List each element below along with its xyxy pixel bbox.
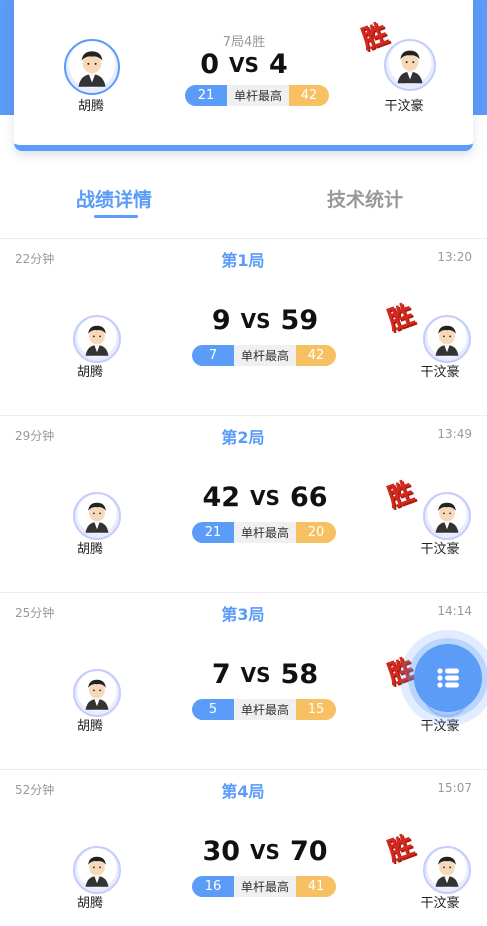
frame-time: 14:14 [437,604,472,618]
left-frame-score: 9 [211,305,231,336]
winner-stamp: 胜 [383,299,419,337]
max-break-bar: 21 单杆最高 42 [185,85,329,106]
max-break-label: 单杆最高 [234,345,296,366]
vs-label: VS [240,308,271,333]
frame-score: 42 VS 66 [180,482,350,513]
player-avatar-icon [85,325,109,356]
left-total-score: 0 [200,49,220,80]
frame-card[interactable]: 52分钟 第4局 15:07 胡腾 30 VS 70 16 单杆最高 41 胜干汶豪 [0,769,487,926]
left-player-name: 胡腾 [76,542,103,557]
right-player-avatar[interactable] [423,492,471,540]
right-frame-score: 58 [280,659,319,690]
frame-time: 15:07 [437,781,472,795]
vs-label: VS [250,485,280,510]
left-frame-score: 42 [202,482,241,513]
left-player-avatar[interactable] [73,846,121,894]
frame-title: 第1局 [221,251,265,270]
frame-card[interactable]: 22分钟 第1局 13:20 胡腾 9 VS 59 7 单杆最高 42 胜干汶豪 [0,238,487,415]
left-max-break: 7 [192,345,234,366]
max-break-label: 单杆最高 [234,522,296,543]
list-menu-icon [437,668,459,688]
player-avatar-icon [435,325,459,356]
left-player-name: 胡腾 [76,365,103,380]
right-player-avatar[interactable] [384,39,436,91]
max-break-bar: 21 单杆最高 20 [192,522,336,543]
frame-score: 30 VS 70 [180,836,350,867]
active-tab-indicator [94,215,138,218]
left-max-break: 16 [192,876,234,897]
player-avatar-icon [85,502,109,533]
max-break-label: 单杆最高 [234,699,296,720]
right-max-break: 20 [296,522,336,543]
left-max-break: 21 [192,522,234,543]
frame-time: 13:20 [437,250,472,264]
right-max-break: 42 [296,345,336,366]
right-frame-score: 70 [289,836,328,867]
tab-bar: 战绩详情 技术统计 [0,185,487,225]
frame-title: 第3局 [221,605,265,624]
right-player-name: 干汶豪 [420,542,460,557]
right-player-avatar[interactable] [423,846,471,894]
tab-match-details[interactable]: 战绩详情 [76,185,152,212]
vs-label: VS [250,839,280,864]
left-player-name: 胡腾 [76,719,103,734]
player-avatar-icon [397,50,423,84]
left-frame-score: 30 [202,836,241,867]
frame-duration: 52分钟 [15,783,55,797]
vs-label: VS [240,662,271,687]
frame-time: 13:49 [437,427,472,441]
winner-stamp: 胜 [357,18,393,56]
max-break-bar: 16 单杆最高 41 [192,876,336,897]
winner-stamp: 胜 [383,830,419,868]
left-max-break: 5 [192,699,234,720]
right-frame-score: 59 [280,305,319,336]
player-avatar-icon [435,502,459,533]
left-player-avatar[interactable] [64,39,120,95]
max-break-label: 单杆最高 [234,876,296,897]
max-break-bar: 7 单杆最高 42 [192,345,336,366]
player-avatar-icon [78,51,106,87]
left-max-break: 21 [185,85,227,106]
left-player-avatar[interactable] [73,669,121,717]
right-max-break: 15 [296,699,336,720]
player-avatar-icon [435,856,459,887]
match-summary-card: 胡腾 7局4胜 0 VS 4 21 单杆最高 42 胜 干汶豪 [14,0,473,151]
frame-score: 9 VS 59 [180,305,350,336]
right-player-name: 干汶豪 [384,99,424,114]
frame-duration: 29分钟 [15,429,55,443]
player-avatar-icon [85,679,109,710]
max-break-label: 单杆最高 [227,85,289,106]
match-score: 0 VS 4 [174,49,314,80]
max-break-bar: 5 单杆最高 15 [192,699,336,720]
menu-fab-button[interactable] [414,644,482,712]
left-frame-score: 7 [211,659,231,690]
left-player-avatar[interactable] [73,315,121,363]
right-player-name: 干汶豪 [420,896,460,911]
frame-card[interactable]: 29分钟 第2局 13:49 胡腾 42 VS 66 21 单杆最高 20 胜干汶豪 [0,415,487,592]
right-max-break: 42 [289,85,329,106]
winner-stamp: 胜 [383,476,419,514]
tab-technical-stats[interactable]: 技术统计 [327,185,403,212]
left-player-avatar[interactable] [73,492,121,540]
player-avatar-icon [85,856,109,887]
vs-label: VS [229,52,259,77]
right-max-break: 41 [296,876,336,897]
frame-title: 第2局 [221,428,265,447]
frame-score: 7 VS 58 [180,659,350,690]
match-format: 7局4胜 [222,35,266,50]
left-player-name: 胡腾 [77,99,104,114]
frame-title: 第4局 [221,782,265,801]
right-player-name: 干汶豪 [420,365,460,380]
right-total-score: 4 [268,49,288,80]
right-player-avatar[interactable] [423,315,471,363]
frame-duration: 22分钟 [15,252,55,266]
right-frame-score: 66 [289,482,328,513]
left-player-name: 胡腾 [76,896,103,911]
frame-duration: 25分钟 [15,606,55,620]
